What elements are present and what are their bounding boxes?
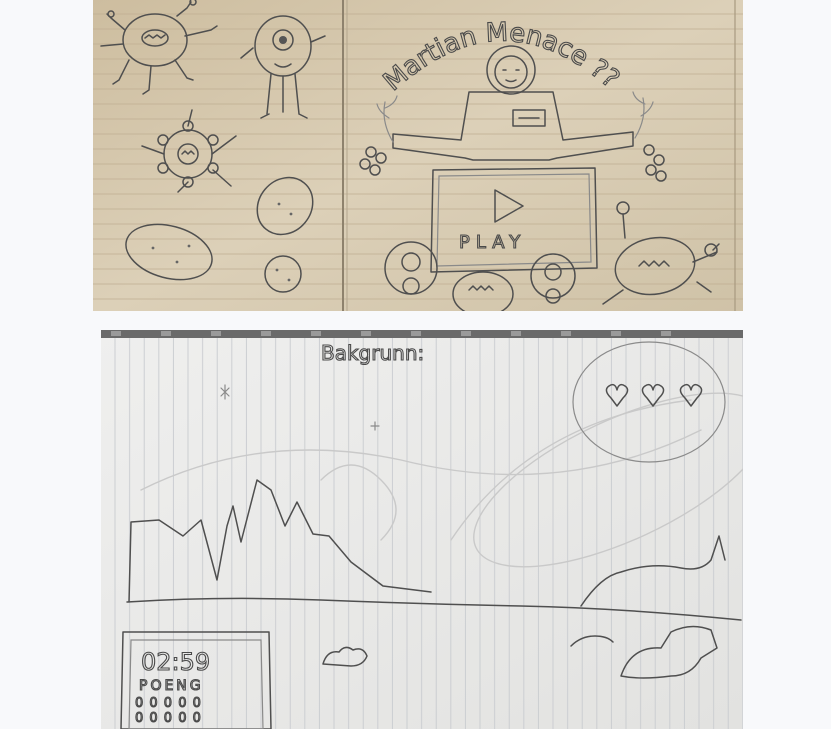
background-heading: Bakgrunn: [321, 341, 424, 365]
hud-score-row: 0 0 0 0 0 [135, 696, 202, 711]
menu-sketch-photo: Martian Menace ??? [93, 0, 743, 311]
background-sketch-photo: Bakgrunn: 02:59 POENG 0 0 0 0 0 0 0 0 0 … [101, 330, 743, 729]
hud-score-row: 0 0 0 0 0 [135, 711, 202, 726]
play-label: PLAY [459, 232, 526, 253]
hud-score-label: POENG [139, 678, 204, 694]
hud-timer: 02:59 [141, 648, 210, 676]
